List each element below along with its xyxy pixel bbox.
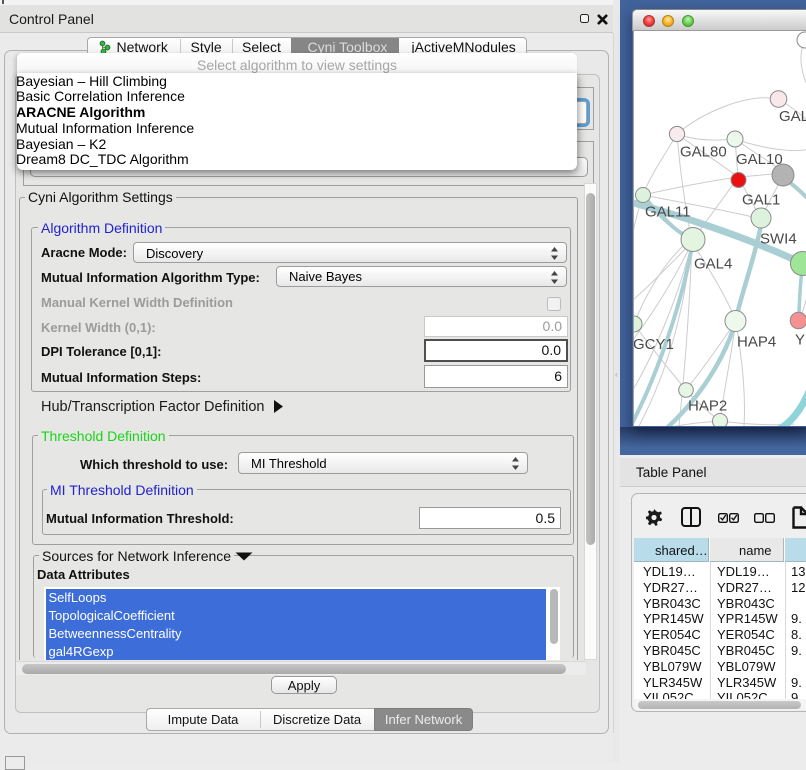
svg-text:GAL: GAL	[779, 108, 806, 125]
svg-text:GAL11: GAL11	[645, 204, 691, 221]
svg-text:GCY1: GCY1	[634, 336, 674, 353]
svg-text:SWI4: SWI4	[760, 231, 797, 248]
svg-text:HAP4: HAP4	[737, 334, 776, 351]
svg-text:HAP2: HAP2	[688, 398, 727, 415]
svg-text:Y: Y	[795, 332, 805, 349]
svg-text:GAL80: GAL80	[680, 144, 727, 161]
svg-text:GAL10: GAL10	[736, 151, 783, 168]
svg-text:GAL1: GAL1	[742, 192, 780, 209]
svg-text:GAL4: GAL4	[694, 256, 732, 273]
